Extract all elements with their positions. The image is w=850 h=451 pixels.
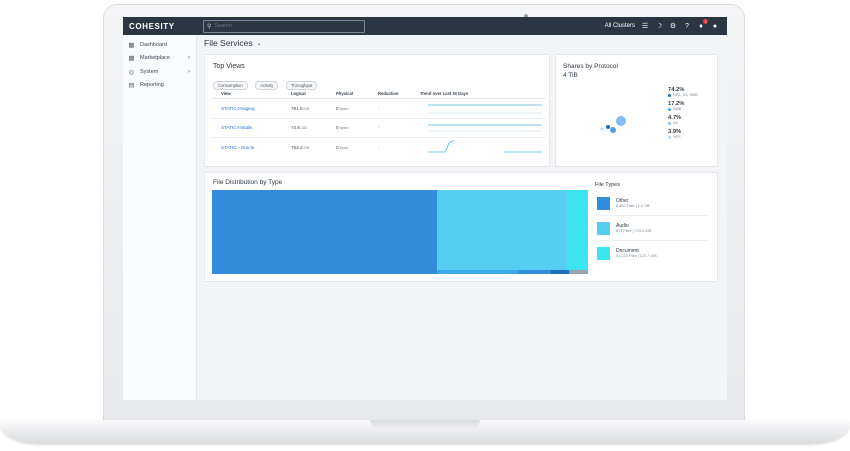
top-views-card: Top Views Consumption Activity Throughpu… [204,54,550,167]
file-distribution-card: File Distribution by Type File Types Oth… [204,172,718,282]
table-header: View Logical Physical Reduction Trend ov… [211,89,546,99]
help-icon[interactable]: ? [683,22,691,30]
top-navigation-bar: COHESITY ⚲ All Clusters ☰ ☽ ⚙ ? ♦1 ● [123,17,727,35]
legend-dot [668,135,671,139]
laptop-hinge-notch [370,420,480,428]
shares-by-protocol-title: Shares by Protocol [563,63,618,70]
bubble-nfs-s3-smb [616,116,626,126]
sidebar-item-reporting[interactable]: ▤ Reporting [123,79,196,93]
legend-dot [668,93,671,97]
page-title[interactable]: File Services ⌄ [204,38,262,48]
trend-sparkline [420,99,546,118]
legend-item: 74.2% NFS, S3, SMB [668,87,698,97]
bubble-nfs [600,127,604,131]
globe-icon: ◎ [128,68,135,76]
view-link[interactable]: STATIC-Imaging [221,106,255,111]
view-link[interactable]: STATIC - Oracle [221,145,254,150]
sidebar-item-label: Marketplace [140,55,170,62]
legend-item-document[interactable]: Document 51,123 Files | 123.7 GiB [597,241,709,265]
chevron-down-icon: ⌄ [256,40,262,47]
sidebar-item-marketplace[interactable]: ▩ Marketplace › [123,52,196,66]
legend-dot [668,107,671,111]
shares-total: 4 TiB [563,72,578,79]
shares-by-protocol-card: Shares by Protocol 4 TiB 74.2% NFS, S3, … [555,54,718,167]
sidebar-item-label: System [140,68,159,75]
legend-item-other[interactable]: Other 6,460 Files | 1.4 TiB [597,191,709,216]
legend-swatch [597,196,610,210]
cluster-menu-icon[interactable]: ☰ [641,22,649,30]
top-views-table: View Logical Physical Reduction Trend ov… [211,89,546,157]
search-input[interactable] [214,23,355,29]
chevron-right-icon: › [188,55,190,62]
cluster-selector[interactable]: All Clusters [605,23,635,29]
treemap-small-2 [519,270,551,274]
legend-item: 3.9% NFS [668,129,682,139]
view-link[interactable]: STATIC-Installs [221,125,252,130]
sidebar-item-label: Reporting [140,82,164,89]
legend-dot [668,121,671,125]
legend-item: 4.7% S3 [668,115,682,125]
sidebar-item-system[interactable]: ◎ System › [123,65,196,79]
notification-badge: 1 [703,19,708,24]
bubble-chart [600,116,626,133]
file-types-legend: Other 6,460 Files | 1.4 TiB Audio 873 Fi… [597,191,709,265]
marketplace-icon: ▩ [128,55,135,63]
treemap-other[interactable] [212,190,437,274]
legend-item-audio[interactable]: Audio 873 Files | 703.4 GiB [597,216,709,241]
treemap-small-3 [551,270,569,274]
bell-icon[interactable]: ♦ 1 [697,19,708,30]
treemap-small-1 [437,270,519,274]
table-row: STATIC-Installs 74.6GiB 0Bytes - [211,119,546,138]
table-row: STATIC-Imaging 781.5GiB 0Bytes - [211,99,546,119]
treemap-small-4 [569,270,588,274]
file-types-legend-title: File Types [595,182,620,188]
table-row: STATIC - Oracle 763.2GiB 0Bytes - [211,138,546,157]
trend-sparkline [420,138,546,157]
search-box[interactable]: ⚲ [203,19,365,33]
user-icon[interactable]: ● [711,22,719,30]
legend-swatch [597,246,610,260]
sidebar-item-dashboard[interactable]: ▦ Dashboard [123,38,196,52]
top-views-title: Top Views [213,63,245,70]
bubble-smb [610,127,616,133]
trend-sparkline [420,119,546,138]
app-screen: COHESITY ⚲ All Clusters ☰ ☽ ⚙ ? ♦1 ● ▦ D… [123,17,727,400]
file-distribution-title: File Distribution by Type [213,179,283,186]
gear-icon[interactable]: ⚙ [669,22,677,30]
protocol-legend: 74.2% NFS, S3, SMB 17.2% SMB 4.7% S3 3.9… [668,87,698,143]
report-icon: ▤ [128,82,135,90]
treemap-audio[interactable] [437,190,567,270]
dark-mode-icon[interactable]: ☽ [655,22,663,30]
dashboard-icon: ▦ [128,41,135,49]
chevron-right-icon: › [188,68,190,75]
search-icon: ⚲ [207,23,212,30]
treemap-document[interactable] [567,190,588,270]
treemap [212,190,588,274]
sidebar: ▦ Dashboard ▩ Marketplace › ◎ System › ▤… [123,35,197,400]
legend-swatch [597,221,610,235]
cohesity-logo: COHESITY [129,21,175,31]
sidebar-item-label: Dashboard [140,41,167,48]
legend-item: 17.2% SMB [668,101,685,111]
bubble-s3 [606,125,610,129]
